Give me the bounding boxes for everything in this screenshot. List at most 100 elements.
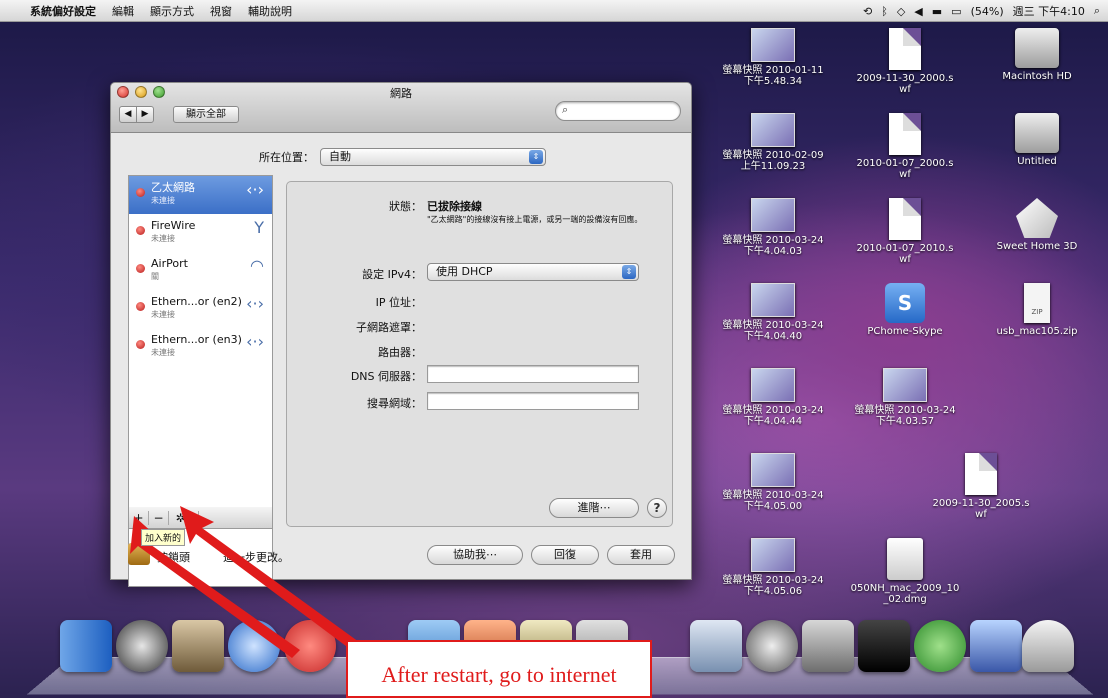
time-machine-icon[interactable]: ⟲ xyxy=(863,5,872,18)
search-domains-field[interactable] xyxy=(427,392,639,410)
search-input[interactable]: ⌕ xyxy=(555,101,681,121)
trash-icon[interactable] xyxy=(1022,620,1074,672)
subnet-mask-label: 子網路遮罩： xyxy=(356,321,422,334)
menu-app-name[interactable]: 系統偏好設定 xyxy=(22,3,104,19)
status-note: "乙太網路"的接線沒有接上電源，或另一端的設備沒有回應。 xyxy=(427,215,643,224)
finder-icon[interactable] xyxy=(60,620,112,672)
safari-icon[interactable] xyxy=(228,620,280,672)
messenger-icon[interactable] xyxy=(914,620,966,672)
desktop-icon[interactable]: 螢幕快照 2010-03-24 下午4.04.03 xyxy=(718,198,828,257)
zip-file-icon: ZIP xyxy=(1024,283,1050,323)
location-select[interactable]: 自動 ⇕ xyxy=(320,148,546,166)
ip-address-label: IP 位址： xyxy=(375,296,422,309)
location-value: 自動 xyxy=(329,150,351,163)
dns-field[interactable] xyxy=(427,365,639,383)
forward-button[interactable]: ▶ xyxy=(136,106,154,123)
input-flag-icon[interactable]: ▬ xyxy=(932,5,942,18)
router-label: 路由器： xyxy=(378,346,422,359)
menu-help[interactable]: 輔助說明 xyxy=(240,3,300,19)
thumb-file-icon xyxy=(751,368,795,402)
ethernet-icon: ‹·› xyxy=(246,180,264,199)
time-machine-dock-icon[interactable] xyxy=(746,620,798,672)
lock-icon[interactable] xyxy=(128,543,150,565)
desktop-icon[interactable]: 螢幕快照 2010-03-24 下午4.04.44 xyxy=(718,368,828,427)
service-item[interactable]: Ethern...or (en3) 未連接 ‹·› xyxy=(129,328,272,366)
desktop-icon[interactable]: 螢幕快照 2010-02-09 上午11.09.23 xyxy=(718,113,828,172)
battery-icon[interactable]: ▭ xyxy=(951,5,961,18)
desktop-icon[interactable]: S PChome-Skype xyxy=(850,283,960,337)
desktop-icon[interactable]: 2010-01-07_2000.s wf xyxy=(850,113,960,180)
bluetooth-icon[interactable]: ᛒ xyxy=(881,5,888,18)
back-button[interactable]: ◀ xyxy=(119,106,137,123)
desktop-icon[interactable]: 螢幕快照 2010-03-24 下午4.03.57 xyxy=(850,368,960,427)
doc-file-icon xyxy=(889,198,921,240)
window-titlebar[interactable]: 網路 ◀ ▶ 顯示全部 ⌕ xyxy=(111,83,691,133)
assist-me-button[interactable]: 協助我⋯ xyxy=(427,545,523,565)
apply-button[interactable]: 套用 xyxy=(607,545,675,565)
status-dot-icon xyxy=(136,302,145,311)
menu-window[interactable]: 視窗 xyxy=(202,3,240,19)
ethernet-icon: ‹·› xyxy=(246,294,264,313)
desktop-icon-label: 螢幕快照 2010-03-24 下午4.04.40 xyxy=(722,320,824,342)
system-preferences-icon[interactable] xyxy=(802,620,854,672)
menu-view[interactable]: 顯示方式 xyxy=(142,3,202,19)
advanced-button[interactable]: 進階⋯ xyxy=(549,498,639,518)
menu-clock[interactable]: 週三 下午4:10 xyxy=(1013,3,1085,19)
desktop-icon-label: 螢幕快照 2010-01-11 下午5.48.34 xyxy=(722,65,824,87)
desktop-icon[interactable]: 2009-11-30_2005.s wf xyxy=(926,453,1036,520)
service-name: AirPort xyxy=(151,257,188,270)
desktop-icon-label: 050NH_mac_2009_10 _02.dmg xyxy=(850,583,960,605)
desktop-icon[interactable]: 螢幕快照 2010-01-11 下午5.48.34 xyxy=(718,28,828,87)
service-item[interactable]: AirPort 關 ◠ xyxy=(129,252,272,290)
desktop-icon[interactable]: 螢幕快照 2010-03-24 下午4.05.00 xyxy=(718,453,828,512)
desktop-icon[interactable]: Macintosh HD xyxy=(982,28,1092,82)
desktop-icon-label: 2009-11-30_2000.s wf xyxy=(856,73,954,95)
service-item[interactable]: FireWire 未連接 Y xyxy=(129,214,272,252)
thumb-file-icon xyxy=(751,28,795,62)
help-button[interactable]: ? xyxy=(647,498,667,518)
status-label: 狀態： xyxy=(389,200,422,213)
app-icon[interactable] xyxy=(284,620,336,672)
wifi-menu-icon[interactable]: ◇ xyxy=(897,5,905,18)
terminal-icon[interactable] xyxy=(858,620,910,672)
desktop-icon[interactable]: Sweet Home 3D xyxy=(982,198,1092,252)
desktop-icon-label: 螢幕快照 2010-03-24 下午4.04.03 xyxy=(722,235,824,257)
desktop-icon[interactable]: 2009-11-30_2000.s wf xyxy=(850,28,960,95)
expose-icon[interactable] xyxy=(690,620,742,672)
thumb-file-icon xyxy=(751,538,795,572)
desktop-icon-label: 2010-01-07_2000.s wf xyxy=(856,158,954,180)
add-tooltip: 加入新的 xyxy=(141,529,186,546)
remove-service-button[interactable]: − xyxy=(149,510,169,525)
firewire-icon: Y xyxy=(254,218,264,237)
service-name: Ethern...or (en2) xyxy=(151,295,242,308)
dmg-file-icon xyxy=(887,538,923,580)
show-all-button[interactable]: 顯示全部 xyxy=(173,106,239,123)
doc-file-icon xyxy=(889,113,921,155)
desktop-icon[interactable]: 螢幕快照 2010-03-24 下午4.04.40 xyxy=(718,283,828,342)
menu-edit[interactable]: 編輯 xyxy=(104,3,142,19)
desktop-icon[interactable]: 2010-01-07_2010.s wf xyxy=(850,198,960,265)
ipv4-select[interactable]: 使用 DHCP ⇕ xyxy=(427,263,639,281)
house-file-icon xyxy=(1016,198,1058,238)
network-utility-icon[interactable] xyxy=(970,620,1022,672)
spotlight-icon[interactable]: ⌕ xyxy=(1094,4,1100,18)
revert-button[interactable]: 回復 xyxy=(531,545,599,565)
lock-text-more: 進一步更改。 xyxy=(223,551,289,564)
service-item[interactable]: 乙太網路 未連接 ‹·› xyxy=(129,176,272,214)
service-actions-button[interactable]: ✲▾ xyxy=(169,510,199,525)
desktop-icon-label: 螢幕快照 2010-03-24 下午4.05.00 xyxy=(722,490,824,512)
wifi-icon: ◠ xyxy=(250,256,264,275)
desktop-icon[interactable]: Untitled xyxy=(982,113,1092,167)
service-item[interactable]: Ethern...or (en2) 未連接 ‹·› xyxy=(129,290,272,328)
hd-file-icon xyxy=(1015,28,1059,68)
desktop-icon[interactable]: 050NH_mac_2009_10 _02.dmg xyxy=(850,538,960,605)
app-file-icon: S xyxy=(885,283,925,323)
volume-icon[interactable]: ◀ xyxy=(914,5,922,18)
add-service-button[interactable]: + xyxy=(129,510,149,525)
desktop-icon[interactable]: ZIP usb_mac105.zip xyxy=(982,283,1092,337)
mail-icon[interactable] xyxy=(172,620,224,672)
dns-label: DNS 伺服器： xyxy=(350,370,422,383)
desktop-icon[interactable]: 螢幕快照 2010-03-24 下午4.05.06 xyxy=(718,538,828,597)
desktop-icon-label: 2009-11-30_2005.s wf xyxy=(932,498,1030,520)
dashboard-icon[interactable] xyxy=(116,620,168,672)
